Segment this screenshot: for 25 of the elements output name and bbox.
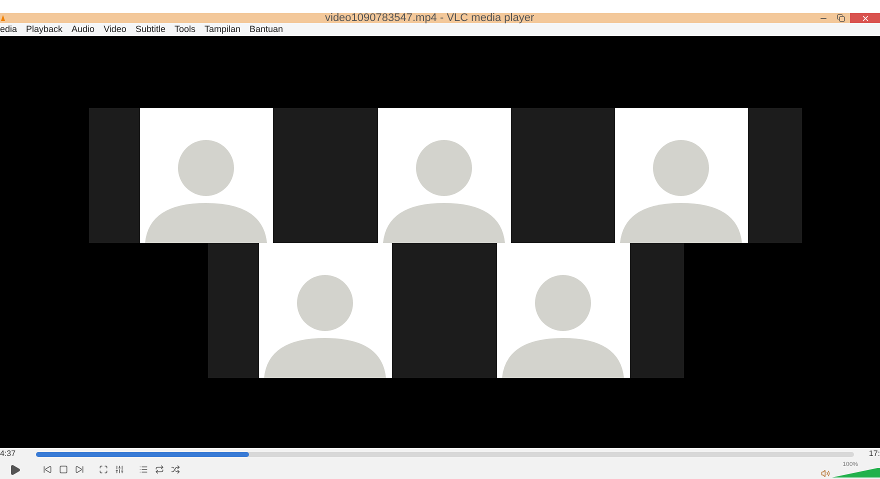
speaker-icon bbox=[821, 468, 830, 478]
restore-icon bbox=[837, 14, 845, 22]
next-button[interactable] bbox=[73, 464, 85, 476]
menu-item[interactable]: Subtitle bbox=[135, 25, 166, 34]
app-icon bbox=[1, 15, 5, 21]
total-time: 17: bbox=[868, 450, 880, 458]
loop-button[interactable] bbox=[153, 464, 165, 476]
play-button[interactable] bbox=[9, 462, 21, 476]
fullscreen-button[interactable] bbox=[97, 464, 109, 476]
menu-item[interactable]: Tampilan bbox=[204, 25, 241, 34]
menu-item[interactable]: Video bbox=[104, 25, 126, 34]
stop-button[interactable] bbox=[57, 464, 69, 476]
menu-item[interactable]: Tools bbox=[174, 25, 196, 34]
elapsed-time: 4:37 bbox=[0, 450, 17, 458]
menu-item[interactable]: Playback bbox=[26, 25, 63, 34]
shuffle-button[interactable] bbox=[169, 464, 181, 476]
menu-item[interactable]: Bantuan bbox=[250, 25, 284, 34]
menu-item[interactable]: Audio bbox=[72, 25, 95, 34]
seek-bar[interactable] bbox=[36, 452, 854, 456]
equalizer-button[interactable] bbox=[113, 464, 125, 476]
menu-item[interactable]: edia bbox=[0, 25, 18, 34]
previous-button[interactable] bbox=[41, 464, 53, 476]
window-title: video1090783547.mp4 - VLC media player bbox=[325, 12, 534, 24]
volume-slider[interactable] bbox=[832, 468, 880, 478]
close-icon bbox=[860, 14, 870, 22]
